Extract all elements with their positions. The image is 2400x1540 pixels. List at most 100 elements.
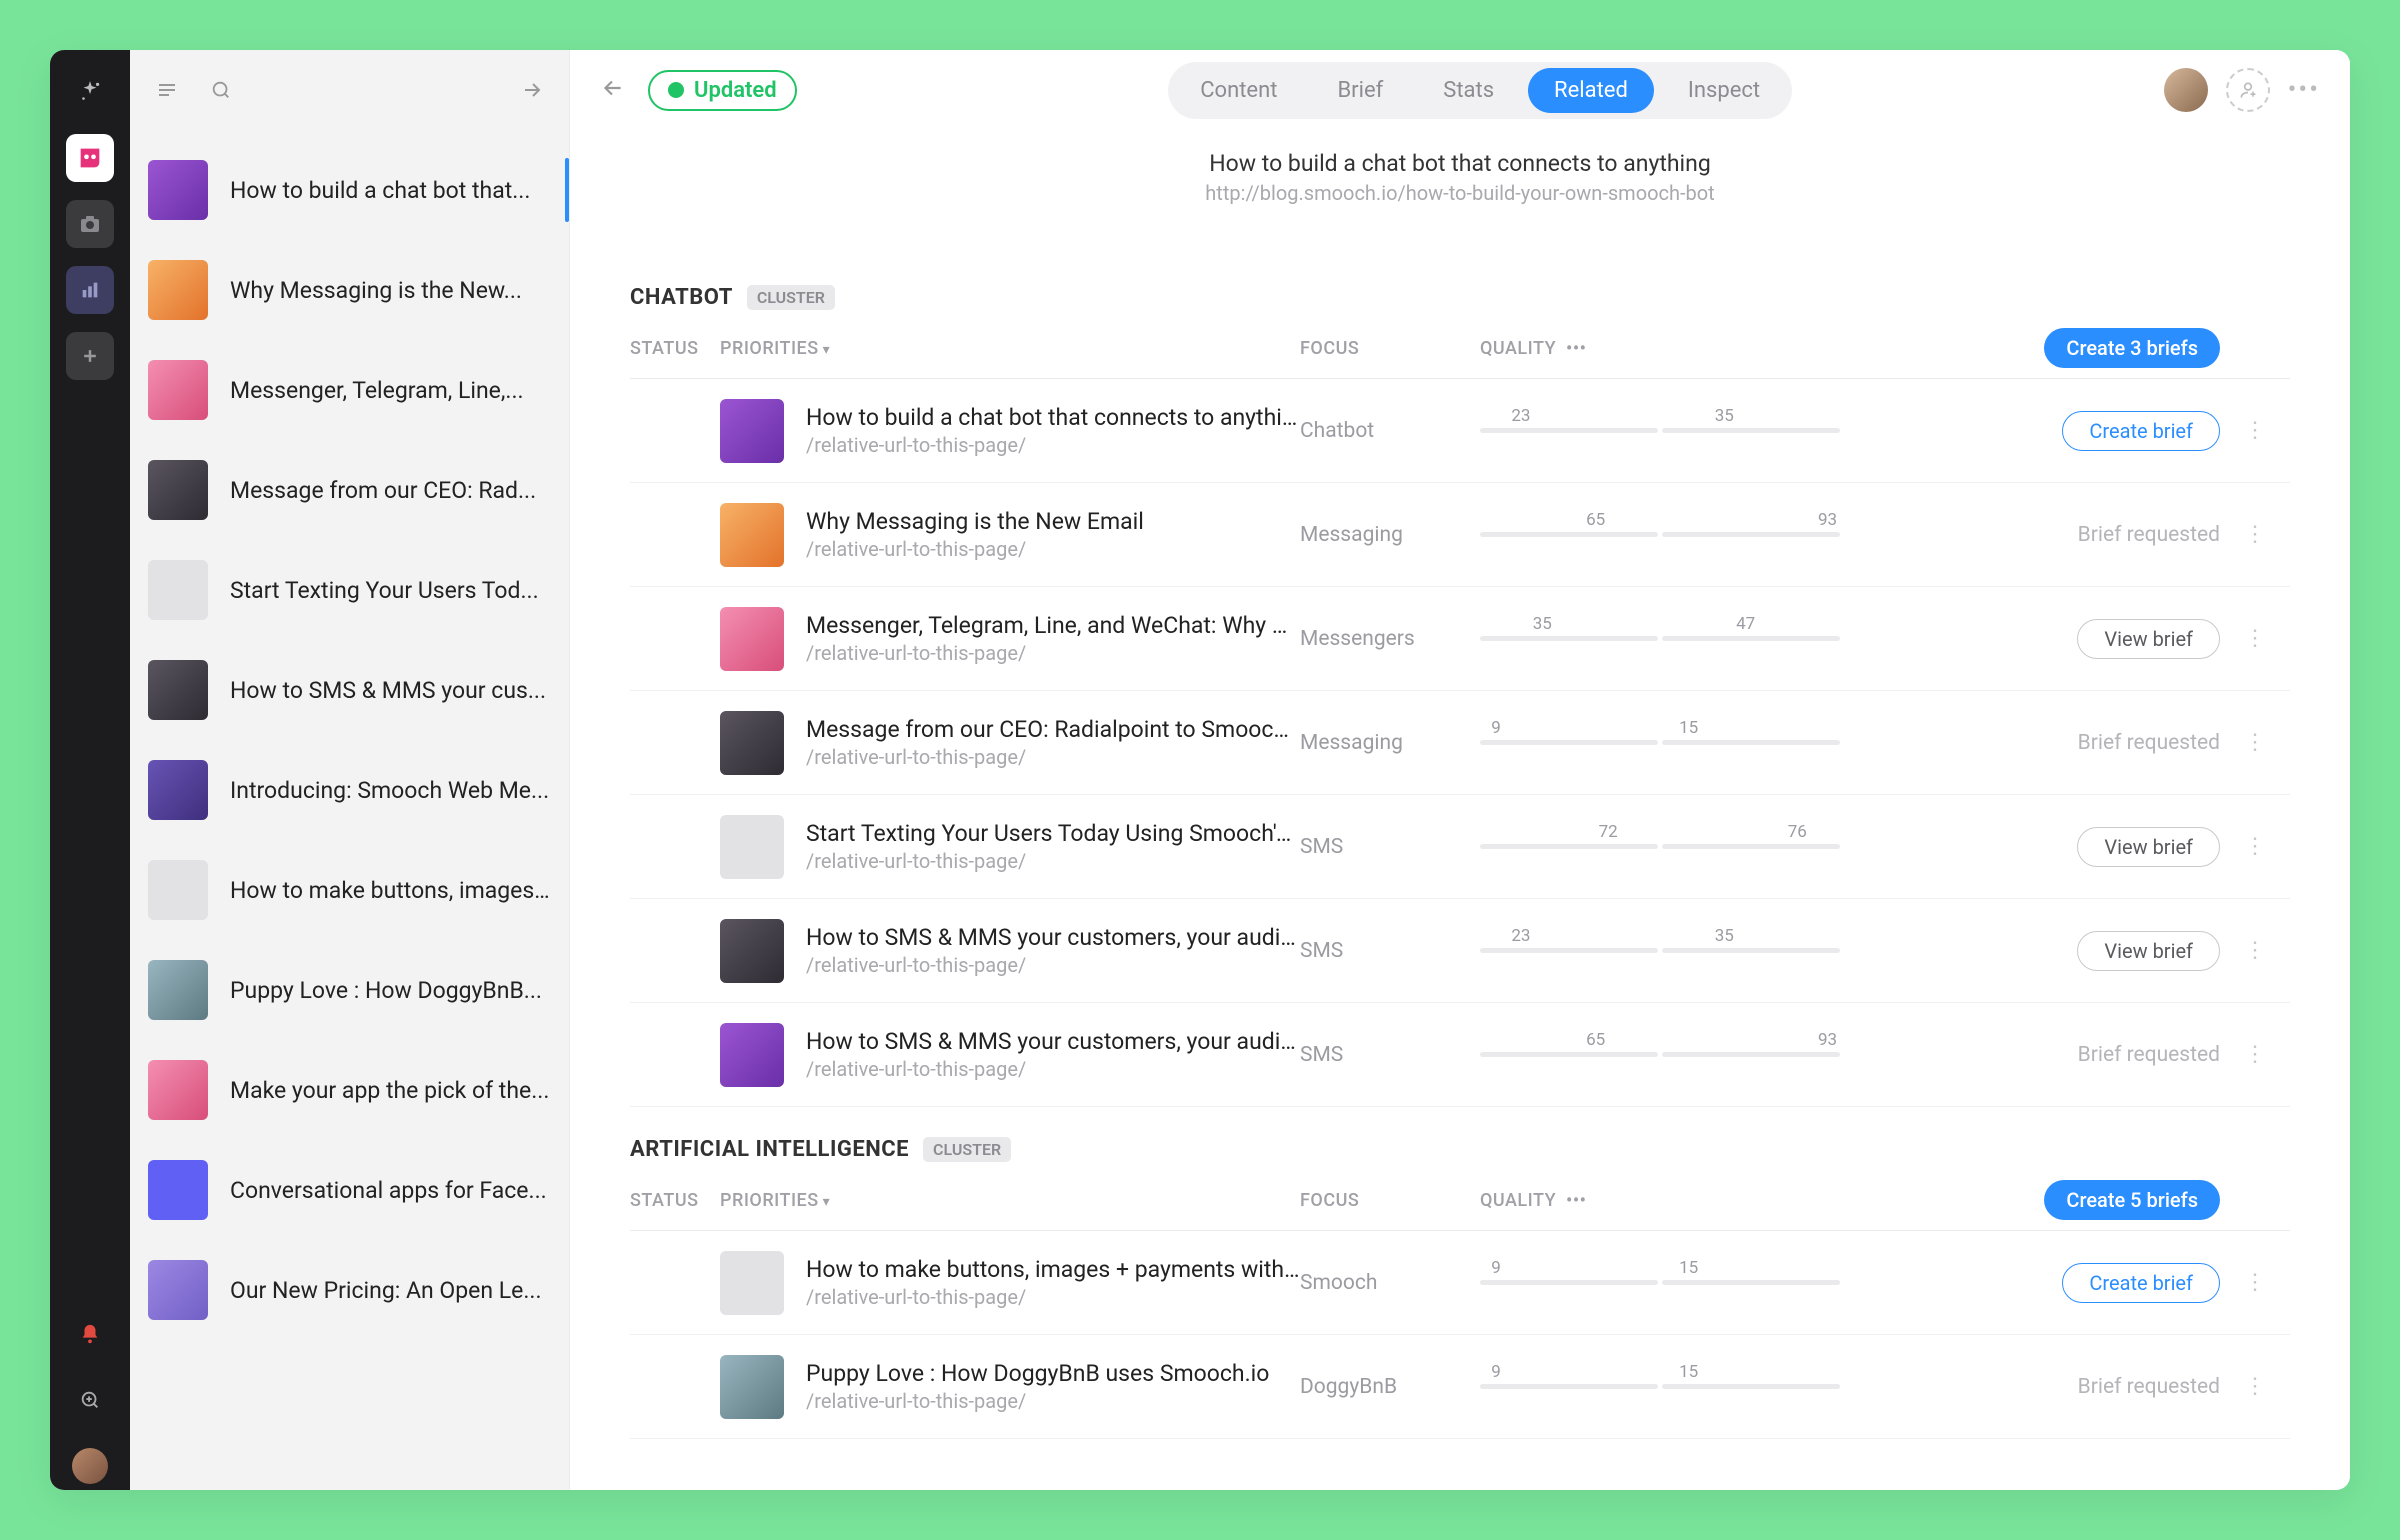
- row-more-icon[interactable]: ⋮: [2220, 834, 2290, 859]
- create-brief-button[interactable]: Create brief: [2062, 411, 2220, 451]
- add-user-button[interactable]: [2226, 68, 2270, 112]
- table-row[interactable]: Start Texting Your Users Today Using Smo…: [630, 795, 2290, 899]
- sidebar-thumb: [148, 660, 208, 720]
- search-icon[interactable]: [204, 73, 238, 107]
- analytics-icon[interactable]: [66, 266, 114, 314]
- row-title: How to SMS & MMS your customers, your au…: [806, 1028, 1300, 1055]
- table-row[interactable]: Puppy Love : How DoggyBnB uses Smooch.io…: [630, 1335, 2290, 1439]
- row-thumb: [720, 1355, 784, 1419]
- row-thumb: [720, 503, 784, 567]
- table-row[interactable]: Messenger, Telegram, Line, and WeChat: W…: [630, 587, 2290, 691]
- col-priorities[interactable]: PRIORITIES: [720, 338, 1300, 359]
- sidebar-thumb: [148, 960, 208, 1020]
- create-briefs-button[interactable]: Create 5 briefs: [2044, 1180, 2220, 1220]
- sidebar-item-title: Conversational apps for Face...: [230, 1177, 547, 1204]
- view-brief-button[interactable]: View brief: [2077, 619, 2220, 659]
- row-url: /relative-url-to-this-page/: [806, 433, 1300, 457]
- page-title-block: How to build a chat bot that connects to…: [570, 130, 2350, 255]
- table-row[interactable]: Why Messaging is the New Email /relative…: [630, 483, 2290, 587]
- avatar[interactable]: [2164, 68, 2208, 112]
- row-more-icon[interactable]: ⋮: [2220, 1270, 2290, 1295]
- table-row[interactable]: Message from our CEO: Radialpoint to Smo…: [630, 691, 2290, 795]
- tab-stats[interactable]: Stats: [1417, 68, 1520, 113]
- menu-icon[interactable]: [150, 73, 184, 107]
- row-focus: Messengers: [1300, 627, 1480, 651]
- sidebar-item[interactable]: Message from our CEO: Rad...: [130, 440, 569, 540]
- row-more-icon[interactable]: ⋮: [2220, 1042, 2290, 1067]
- col-priorities[interactable]: PRIORITIES: [720, 1190, 1300, 1211]
- col-focus: FOCUS: [1300, 1190, 1480, 1211]
- sidebar-item[interactable]: How to make buttons, images...: [130, 840, 569, 940]
- back-icon[interactable]: [600, 75, 626, 105]
- row-thumb: [720, 399, 784, 463]
- sidebar-item-title: Make your app the pick of the...: [230, 1077, 549, 1104]
- sidebar-item-title: How to SMS & MMS your cus...: [230, 677, 546, 704]
- forward-icon[interactable]: [515, 73, 549, 107]
- table-row[interactable]: How to make buttons, images + payments w…: [630, 1231, 2290, 1335]
- tab-content[interactable]: Content: [1174, 68, 1303, 113]
- tab-inspect[interactable]: Inspect: [1662, 68, 1786, 113]
- more-icon[interactable]: •••: [2288, 75, 2320, 105]
- sidebar-item[interactable]: Conversational apps for Face...: [130, 1140, 569, 1240]
- row-thumb: [720, 1251, 784, 1315]
- column-headers: STATUS PRIORITIES FOCUS QUALITY ••• Crea…: [630, 1180, 2290, 1231]
- zoom-icon[interactable]: [66, 1376, 114, 1424]
- row-focus: Chatbot: [1300, 419, 1480, 443]
- sidebar-item[interactable]: Messenger, Telegram, Line,...: [130, 340, 569, 440]
- sidebar-list: How to build a chat bot that... Why Mess…: [130, 130, 569, 1490]
- row-focus: SMS: [1300, 939, 1480, 963]
- cluster-tag: CLUSTER: [747, 285, 835, 310]
- app-badge[interactable]: [66, 134, 114, 182]
- create-brief-button[interactable]: Create brief: [2062, 1263, 2220, 1303]
- table-row[interactable]: How to SMS & MMS your customers, your au…: [630, 899, 2290, 1003]
- col-quality[interactable]: QUALITY •••: [1480, 338, 1840, 359]
- sparkle-icon[interactable]: [66, 68, 114, 116]
- sidebar-item[interactable]: Why Messaging is the New...: [130, 240, 569, 340]
- user-avatar[interactable]: [66, 1442, 114, 1490]
- view-brief-button[interactable]: View brief: [2077, 827, 2220, 867]
- bell-icon[interactable]: [66, 1310, 114, 1358]
- row-url: /relative-url-to-this-page/: [806, 953, 1300, 977]
- sidebar-item[interactable]: How to build a chat bot that...: [130, 140, 569, 240]
- status-pill[interactable]: Updated: [648, 70, 797, 111]
- sidebar-item[interactable]: How to SMS & MMS your cus...: [130, 640, 569, 740]
- row-url: /relative-url-to-this-page/: [806, 1389, 1269, 1413]
- sidebar-item[interactable]: Make your app the pick of the...: [130, 1040, 569, 1140]
- row-focus: SMS: [1300, 835, 1480, 859]
- row-title: Messenger, Telegram, Line, and WeChat: W…: [806, 612, 1300, 639]
- cluster-name: ARTIFICIAL INTELLIGENCE: [630, 1137, 909, 1162]
- table-row[interactable]: How to build a chat bot that connects to…: [630, 379, 2290, 483]
- row-more-icon[interactable]: ⋮: [2220, 418, 2290, 443]
- create-briefs-button[interactable]: Create 3 briefs: [2044, 328, 2220, 368]
- row-more-icon[interactable]: ⋮: [2220, 626, 2290, 651]
- table-row[interactable]: How to SMS & MMS your customers, your au…: [630, 1003, 2290, 1107]
- sidebar-item[interactable]: Puppy Love : How DoggyBnB...: [130, 940, 569, 1040]
- row-more-icon[interactable]: ⋮: [2220, 938, 2290, 963]
- quality-bars: 23 35: [1480, 948, 1840, 953]
- quality-bars: 9 15: [1480, 1384, 1840, 1389]
- sidebar-thumb: [148, 360, 208, 420]
- sidebar-item[interactable]: Our New Pricing: An Open Le...: [130, 1240, 569, 1340]
- brief-requested-label: Brief requested: [2078, 1375, 2220, 1399]
- status-dot-icon: [668, 82, 684, 98]
- cluster-header: ARTIFICIAL INTELLIGENCE CLUSTER: [630, 1137, 2290, 1162]
- brief-requested-label: Brief requested: [2078, 523, 2220, 547]
- row-more-icon[interactable]: ⋮: [2220, 1374, 2290, 1399]
- quality-bars: 35 47: [1480, 636, 1840, 641]
- col-quality[interactable]: QUALITY •••: [1480, 1190, 1840, 1211]
- tab-related[interactable]: Related: [1528, 68, 1654, 113]
- row-more-icon[interactable]: ⋮: [2220, 522, 2290, 547]
- plus-icon[interactable]: [66, 332, 114, 380]
- row-more-icon[interactable]: ⋮: [2220, 730, 2290, 755]
- row-url: /relative-url-to-this-page/: [806, 1057, 1300, 1081]
- sidebar-thumb: [148, 1060, 208, 1120]
- sidebar-item[interactable]: Start Texting Your Users Tod...: [130, 540, 569, 640]
- content-area: CHATBOT CLUSTER STATUS PRIORITIES FOCUS …: [570, 255, 2350, 1490]
- view-brief-button[interactable]: View brief: [2077, 931, 2220, 971]
- camera-icon[interactable]: [66, 200, 114, 248]
- sidebar-item-title: Why Messaging is the New...: [230, 277, 522, 304]
- tab-brief[interactable]: Brief: [1311, 68, 1409, 113]
- nav-rail: [50, 50, 130, 1490]
- sidebar-item[interactable]: Introducing: Smooch Web Me...: [130, 740, 569, 840]
- sidebar-item-title: Introducing: Smooch Web Me...: [230, 777, 549, 804]
